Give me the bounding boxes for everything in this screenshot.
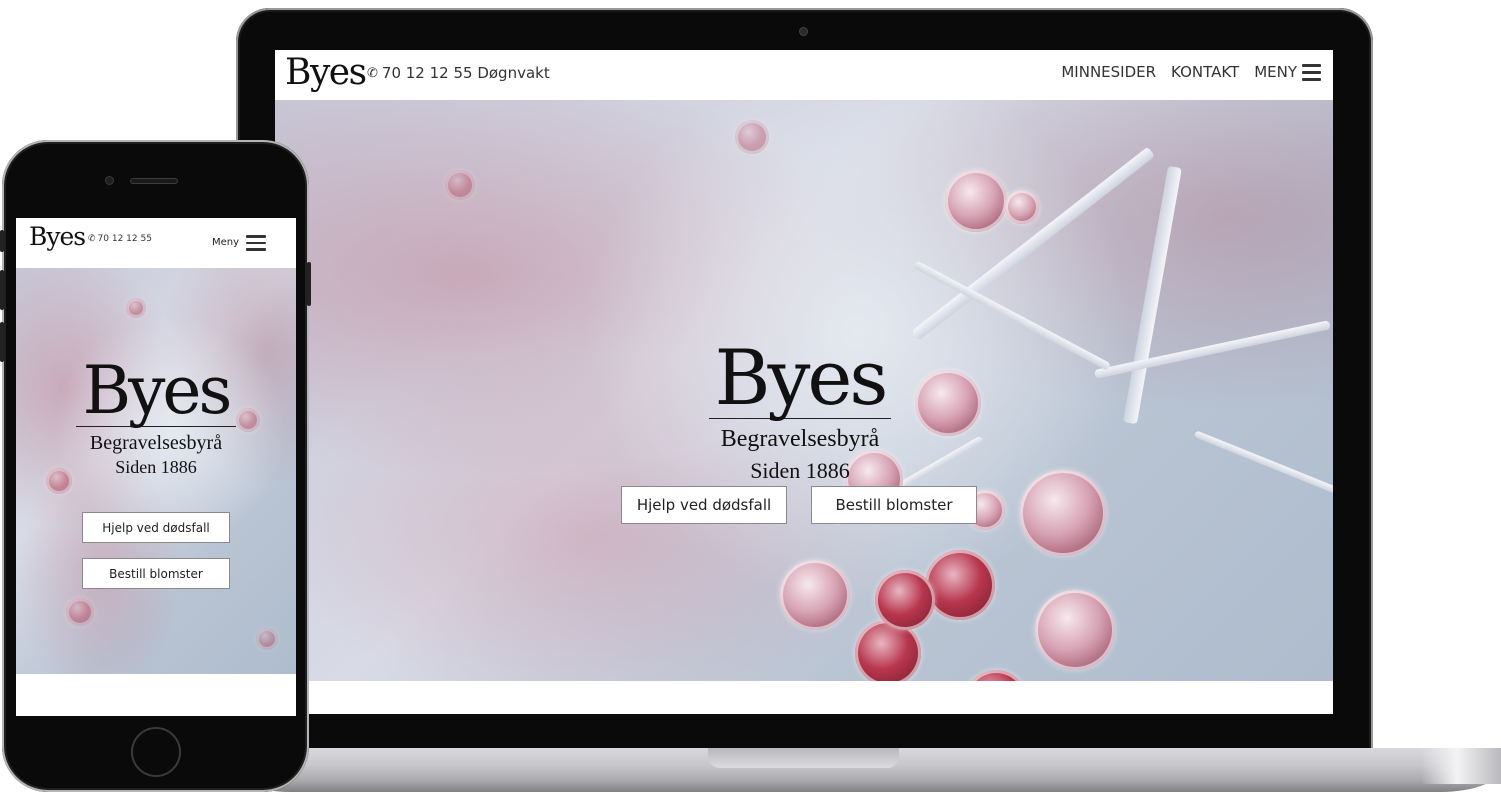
phone-icon: ✆ xyxy=(367,65,378,81)
mobile-hero-image: Byes Begravelsesbyrå Siden 1886 xyxy=(16,268,296,674)
hero-logo-wordmark: Byes xyxy=(714,333,889,422)
nav-memorial-pages[interactable]: MINNESIDER xyxy=(1061,63,1156,81)
mobile-hero-logo-tagline: Begravelsesbyrå xyxy=(89,432,223,454)
desktop-logo[interactable]: Byes xyxy=(285,53,367,93)
nav-menu-button[interactable]: MENY xyxy=(1254,63,1321,81)
phone-speaker xyxy=(130,178,178,184)
nav-contact[interactable]: KONTAKT xyxy=(1171,63,1239,81)
desktop-nav: MINNESIDER KONTAKT MENY xyxy=(1061,63,1321,81)
desktop-content-below xyxy=(275,681,1333,714)
desktop-phone-number: 70 12 12 55 Døgnvakt xyxy=(381,64,550,82)
mobile-menu-button[interactable]: Meny xyxy=(212,235,266,251)
hero-logo-since: Siden 1886 xyxy=(750,457,850,483)
phone-home-button xyxy=(131,727,181,777)
desktop-hero-image: Byes Begravelsesbyrå Siden 1886 xyxy=(275,100,1333,681)
desktop-header: Byes ✆ 70 12 12 55 Døgnvakt MINNESIDER K… xyxy=(275,50,1333,100)
nav-menu-label: MENY xyxy=(1254,63,1297,81)
mobile-help-on-death-button[interactable]: Hjelp ved dødsfall xyxy=(82,512,230,543)
hero-logo-tagline: Begravelsesbyrå xyxy=(720,426,880,452)
order-flowers-button[interactable]: Bestill blomster xyxy=(811,486,977,524)
desktop-hero-logo: Byes Begravelsesbyrå Siden 1886 xyxy=(705,340,895,484)
mobile-order-flowers-button[interactable]: Bestill blomster xyxy=(82,558,230,589)
phone-power-button xyxy=(307,262,311,306)
mobile-logo[interactable]: Byes xyxy=(29,222,86,251)
mobile-hero-logo: Byes Begravelsesbyrå Siden 1886 xyxy=(74,358,238,479)
phone-volume-down xyxy=(0,322,4,362)
mobile-header: Byes ✆ 70 12 12 55 Meny xyxy=(16,218,296,268)
phone-camera xyxy=(105,176,114,185)
phone-side-button xyxy=(0,230,4,252)
mobile-website: Byes ✆ 70 12 12 55 Meny Byes Begravelses… xyxy=(16,218,296,716)
laptop-hinge-notch xyxy=(708,748,899,768)
mobile-hero-logo-since: Siden 1886 xyxy=(115,457,197,477)
mobile-menu-label: Meny xyxy=(211,237,239,249)
desktop-website: Byes ✆ 70 12 12 55 Døgnvakt MINNESIDER K… xyxy=(275,50,1333,714)
mobile-phone-number: 70 12 12 55 xyxy=(97,234,152,244)
help-on-death-button[interactable]: Hjelp ved dødsfall xyxy=(621,486,787,524)
phone-volume-up xyxy=(0,270,4,310)
laptop-camera xyxy=(799,27,808,36)
hamburger-menu-icon xyxy=(246,235,266,251)
mobile-hero-logo-wordmark: Byes xyxy=(82,352,233,429)
phone-icon: ✆ xyxy=(88,234,96,244)
hamburger-menu-icon xyxy=(1302,63,1321,81)
desktop-phone-link[interactable]: ✆ 70 12 12 55 Døgnvakt xyxy=(367,64,550,82)
mobile-phone-link[interactable]: ✆ 70 12 12 55 xyxy=(88,234,152,244)
